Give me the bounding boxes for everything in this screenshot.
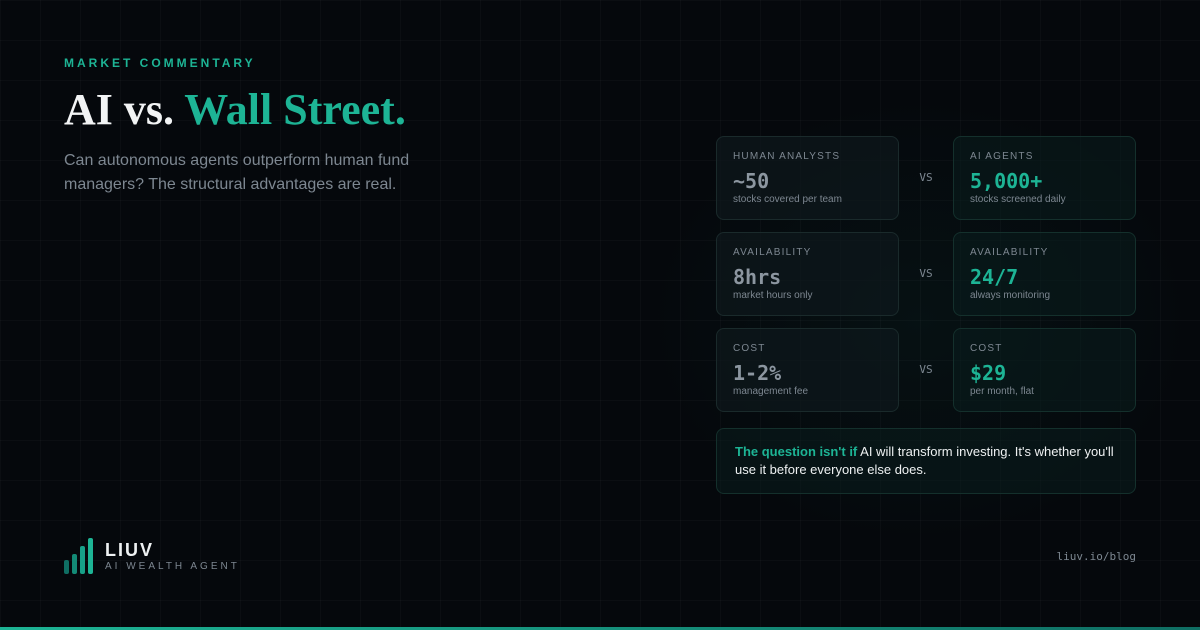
title-part: AI vs. (64, 85, 185, 134)
stat-label: HUMAN ANALYSTS (733, 151, 841, 162)
stat-description: market hours only (733, 290, 813, 301)
stat-description: always monitoring (970, 290, 1051, 301)
stat-value: 1-2% (733, 361, 782, 385)
stat-description: management fee (733, 386, 809, 397)
stat-card-ai-availability: AVAILABILITY 24/7 always monitoring (953, 232, 1136, 316)
stat-label: AVAILABILITY (970, 247, 1049, 258)
callout-quote: The question isn't if AI will transform … (716, 428, 1136, 494)
subtitle: Can autonomous agents outperform human f… (64, 152, 410, 193)
stat-label: AI AGENTS (970, 151, 1034, 162)
quote-lead: The question isn't if (735, 444, 858, 459)
eyebrow-label: MARKET COMMENTARY (64, 56, 256, 70)
stat-card-human-analysts: HUMAN ANALYSTS ~50 stocks covered per te… (716, 136, 899, 220)
stat-card-ai-agents: AI AGENTS 5,000+ stocks screened daily (953, 136, 1136, 220)
brand-tagline: AI WEALTH AGENT (105, 561, 240, 572)
stat-card-human-cost: COST 1-2% management fee (716, 328, 899, 412)
vs-label: VS (919, 363, 933, 376)
logo-bar (72, 554, 77, 574)
logo-bar (88, 538, 93, 574)
stat-card-ai-cost: COST $29 per month, flat (953, 328, 1136, 412)
vs-label: VS (919, 171, 933, 184)
stat-card-human-availability: AVAILABILITY 8hrs market hours only (716, 232, 899, 316)
site-url[interactable]: liuv.io/blog (1057, 550, 1136, 563)
stat-description: stocks covered per team (733, 194, 842, 205)
stat-description: stocks screened daily (970, 194, 1066, 205)
vs-label: VS (919, 267, 933, 280)
stat-label: COST (970, 343, 1003, 354)
stat-value: $29 (970, 361, 1007, 385)
logo-bar (80, 546, 85, 574)
stat-description: per month, flat (970, 386, 1034, 397)
stat-label: AVAILABILITY (733, 247, 812, 258)
title-accent: Wall Street. (184, 85, 406, 134)
stat-value: 8hrs (733, 265, 782, 289)
logo-bar (64, 560, 69, 574)
stat-label: COST (733, 343, 766, 354)
stat-value: 5,000+ (970, 169, 1043, 193)
page-title: AI vs. Wall Street. (64, 84, 406, 136)
brand-name: LIUV (105, 540, 155, 560)
stat-value: 24/7 (970, 265, 1019, 289)
bar-chart-logo-icon (64, 538, 94, 574)
stat-value: ~50 (733, 169, 770, 193)
